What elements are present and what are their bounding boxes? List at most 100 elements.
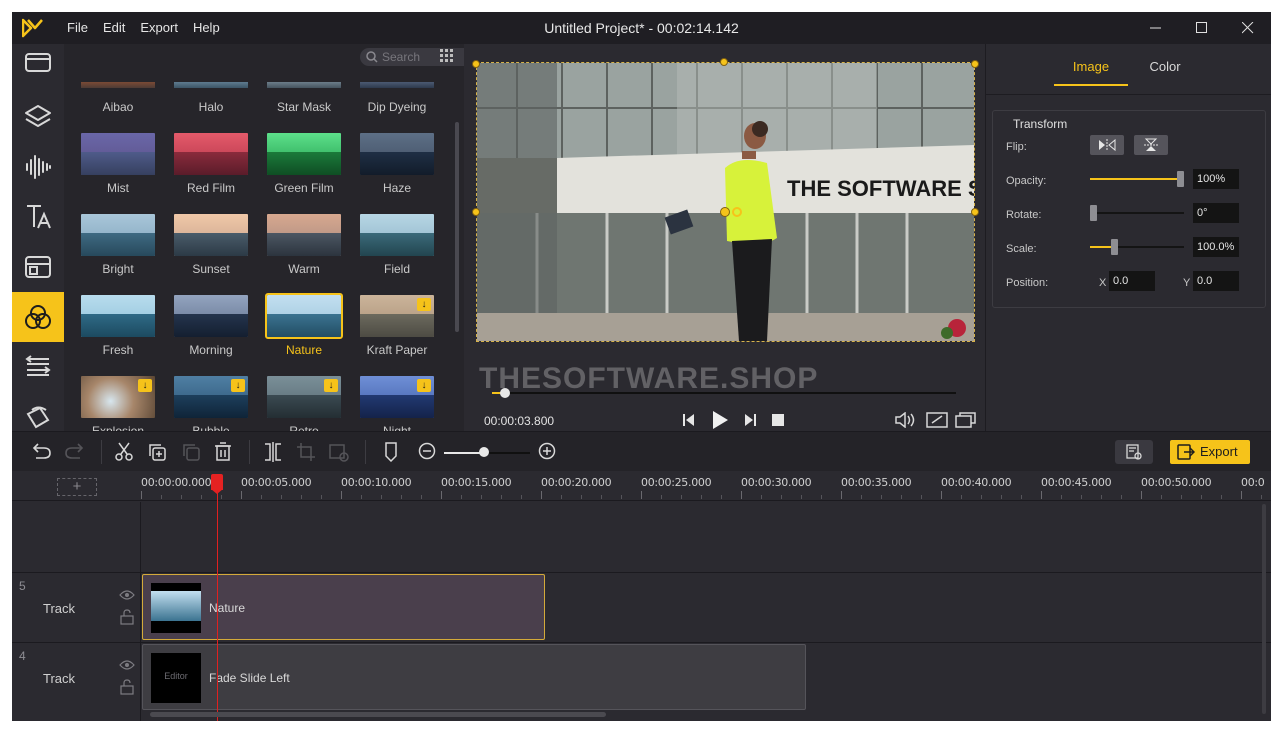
minimize-button[interactable] [1133, 12, 1179, 44]
marker-icon[interactable] [384, 442, 398, 462]
paste-icon[interactable] [181, 442, 201, 462]
filter-bubble[interactable]: ↓ Bubble [174, 376, 248, 438]
resize-handle-left[interactable] [472, 208, 480, 216]
render-settings-button[interactable] [1115, 440, 1153, 464]
opacity-slider-knob[interactable] [1177, 171, 1184, 187]
video-frame[interactable]: THE SOFTWARE SHOP [477, 63, 974, 341]
filter-thumb-halo[interactable] [174, 82, 248, 88]
filter-morning[interactable]: Morning [174, 295, 248, 357]
resize-handle-top-right[interactable] [971, 60, 979, 68]
position-x-input[interactable]: 0.0 [1109, 271, 1155, 291]
timeline-ruler[interactable]: + 00:00:00.000 00:00:05.000 00:00:10.000 00… [12, 471, 1271, 501]
clip-nature[interactable]: Nature [142, 574, 545, 640]
filters-tool[interactable] [12, 292, 64, 342]
visibility-eye-icon[interactable] [119, 589, 135, 601]
filter-field[interactable]: Field [360, 214, 434, 276]
zoom-out-icon[interactable] [418, 442, 436, 460]
filter-haze[interactable]: Haze [360, 133, 434, 195]
scale-slider-knob[interactable] [1110, 239, 1118, 255]
filter-night[interactable]: ↓ Night [360, 376, 434, 438]
layers-tool[interactable] [12, 92, 64, 142]
rotate-value[interactable]: 0° [1193, 203, 1239, 223]
snapshot-icon[interactable] [955, 412, 977, 428]
scale-slider[interactable] [1090, 239, 1184, 255]
undo-icon[interactable] [30, 442, 52, 460]
filter-kraft-paper[interactable]: ↓ Kraft Paper [360, 295, 434, 357]
filter-thumb-dip-dyeing[interactable] [360, 82, 434, 88]
menu-help[interactable]: Help [193, 12, 220, 44]
resize-handle-top-left[interactable] [472, 60, 480, 68]
filter-mist[interactable]: Mist [81, 133, 155, 195]
filter-bright[interactable]: Bright [81, 214, 155, 276]
search-input[interactable]: Search [360, 48, 480, 66]
transitions-tool[interactable] [12, 342, 64, 392]
volume-icon[interactable] [895, 412, 917, 428]
filter-thumb-aibao[interactable] [81, 82, 155, 88]
menu-file[interactable]: File [67, 12, 88, 44]
anchor-handle[interactable] [732, 207, 742, 217]
rotate-slider-knob[interactable] [1090, 205, 1097, 221]
download-icon[interactable]: ↓ [417, 298, 431, 311]
download-icon[interactable]: ↓ [138, 379, 152, 392]
media-tool[interactable] [12, 36, 64, 86]
filter-green-film[interactable]: Green Film [267, 133, 341, 195]
menu-edit[interactable]: Edit [103, 12, 125, 44]
filter-fresh[interactable]: Fresh [81, 295, 155, 357]
library-scrollbar[interactable] [455, 122, 459, 332]
resize-handle-right[interactable] [971, 208, 979, 216]
resize-handle-top[interactable] [720, 58, 728, 66]
next-frame-icon[interactable] [743, 413, 757, 427]
export-button[interactable]: Export [1170, 440, 1250, 464]
flip-vertical-button[interactable] [1134, 135, 1168, 155]
opacity-value[interactable]: 100% [1193, 169, 1239, 189]
copy-icon[interactable] [147, 442, 167, 462]
split-icon[interactable] [263, 442, 283, 462]
audio-tool[interactable] [12, 142, 64, 192]
filter-retro[interactable]: ↓ Retro [267, 376, 341, 438]
preview-seek-bar[interactable] [492, 388, 956, 398]
stop-icon[interactable] [771, 413, 785, 427]
text-tool[interactable] [12, 192, 64, 242]
filter-explosion[interactable]: ↓ Explosion [81, 376, 155, 438]
filter-thumb-star-mask[interactable] [267, 82, 341, 88]
flip-horizontal-button[interactable] [1090, 135, 1124, 155]
previous-frame-icon[interactable] [682, 413, 696, 427]
clip-fade-slide-left[interactable]: Editor Fade Slide Left [142, 644, 806, 710]
maximize-button[interactable] [1179, 12, 1225, 44]
visibility-eye-icon[interactable] [119, 659, 135, 671]
cut-icon[interactable] [115, 442, 133, 462]
redo-icon[interactable] [64, 442, 86, 460]
scale-value[interactable]: 100.0% [1193, 237, 1239, 257]
rotate-slider[interactable] [1090, 205, 1184, 221]
filter-sunset[interactable]: Sunset [174, 214, 248, 276]
filter-nature[interactable]: Nature [265, 293, 343, 357]
filter-red-film[interactable]: Red Film [174, 133, 248, 195]
seek-knob[interactable] [499, 388, 510, 398]
fullscreen-icon[interactable] [926, 412, 948, 428]
opacity-slider[interactable] [1090, 171, 1184, 187]
download-icon[interactable]: ↓ [417, 379, 431, 392]
overlay-tool[interactable] [12, 242, 64, 292]
tab-color[interactable]: Color [1128, 52, 1202, 86]
position-y-input[interactable]: 0.0 [1193, 271, 1239, 291]
zoom-slider-knob[interactable] [479, 447, 490, 457]
close-button[interactable] [1225, 12, 1271, 44]
tab-image[interactable]: Image [1054, 52, 1128, 86]
zoom-in-icon[interactable] [538, 442, 556, 460]
download-icon[interactable]: ↓ [231, 379, 245, 392]
delete-icon[interactable] [214, 442, 232, 462]
rotate-handle[interactable] [720, 207, 730, 217]
download-icon[interactable]: ↓ [324, 379, 338, 392]
filter-warm[interactable]: Warm [267, 214, 341, 276]
lock-icon[interactable] [120, 609, 134, 625]
lock-icon[interactable] [120, 679, 134, 695]
playhead-handle[interactable] [211, 474, 223, 490]
adjust-icon[interactable] [329, 442, 349, 462]
play-icon[interactable] [710, 410, 730, 430]
menu-export[interactable]: Export [140, 12, 178, 44]
timeline-vertical-scrollbar[interactable] [1262, 504, 1266, 714]
add-track-button[interactable]: + [57, 478, 97, 496]
grid-view-icon[interactable] [440, 49, 454, 63]
crop-icon[interactable] [296, 442, 316, 462]
timeline-horizontal-scrollbar[interactable] [150, 712, 606, 717]
